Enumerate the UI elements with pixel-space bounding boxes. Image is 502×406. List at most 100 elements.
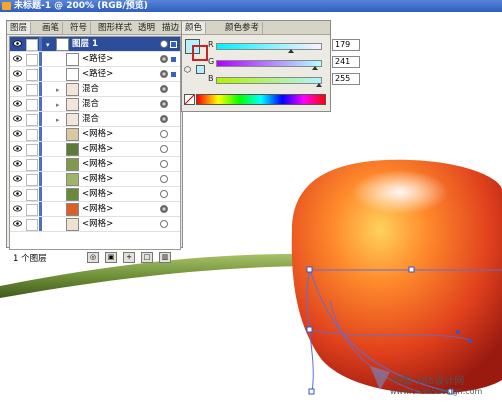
target-circle-icon[interactable] [160, 175, 168, 183]
lock-toggle[interactable] [26, 99, 38, 111]
blend-thumbnail [66, 113, 79, 126]
target-circle-icon[interactable] [160, 205, 168, 213]
lock-toggle[interactable] [26, 39, 38, 51]
path-thumbnail [66, 53, 79, 66]
selection-square-icon[interactable] [170, 41, 177, 48]
blue-caret-icon[interactable] [316, 83, 322, 87]
green-value[interactable]: 241 [332, 56, 360, 68]
target-circle-icon[interactable] [160, 40, 168, 48]
visibility-eye-icon[interactable] [13, 175, 22, 182]
expand-icon[interactable]: ▸ [56, 101, 60, 109]
layer-color-bar [39, 187, 42, 201]
visibility-eye-icon[interactable] [13, 40, 22, 47]
layer-row[interactable]: ▸ 混合 [10, 112, 180, 127]
expand-icon[interactable]: ▸ [56, 86, 60, 94]
selection-square-icon[interactable] [170, 56, 177, 63]
lock-toggle[interactable] [26, 189, 38, 201]
layer-color-bar [39, 97, 42, 111]
layer-row[interactable]: <网格> [10, 202, 180, 217]
target-circle-icon[interactable] [160, 70, 168, 78]
red-value[interactable]: 179 [332, 39, 360, 51]
small-swatch[interactable] [196, 65, 205, 74]
layer-row[interactable]: ▾ 图层 1 [10, 37, 180, 52]
layer-row[interactable]: <网格> [10, 217, 180, 232]
lock-toggle[interactable] [26, 174, 38, 186]
tab-color-guide[interactable]: 颜色参考 [222, 22, 264, 34]
target-circle-icon[interactable] [160, 145, 168, 153]
selection-square-icon[interactable] [170, 71, 177, 78]
lock-toggle[interactable] [26, 144, 38, 156]
target-circle-icon[interactable] [160, 100, 168, 108]
lock-toggle[interactable] [26, 204, 38, 216]
layer-name: 图层 1 [72, 39, 98, 49]
spectrum-bar[interactable] [196, 94, 326, 105]
layer-name: <网格> [82, 219, 114, 229]
target-circle-icon[interactable] [160, 160, 168, 168]
visibility-eye-icon[interactable] [13, 205, 22, 212]
layer-color-bar [39, 37, 42, 51]
target-circle-icon[interactable] [160, 55, 168, 63]
tab-graphic-styles[interactable]: 图形样式 [95, 22, 140, 34]
layer-row[interactable]: <网格> [10, 142, 180, 157]
red-caret-icon[interactable] [288, 49, 294, 53]
target-circle-icon[interactable] [160, 115, 168, 123]
visibility-eye-icon[interactable] [13, 190, 22, 197]
tab-brushes[interactable]: 画笔 [39, 22, 64, 34]
layers-panel-tabs: 图层 画笔 符号 图形样式 透明度 描边 [7, 21, 184, 35]
expand-icon[interactable]: ▸ [56, 116, 60, 124]
lock-toggle[interactable] [26, 114, 38, 126]
layer-row[interactable]: <路径> [10, 67, 180, 82]
lock-toggle[interactable] [26, 69, 38, 81]
layer-row[interactable]: <路径> [10, 52, 180, 67]
green-caret-icon[interactable] [312, 66, 318, 70]
window-title: 未标题-1 @ 200% (RGB/预览) [14, 1, 148, 11]
visibility-eye-icon[interactable] [13, 130, 22, 137]
app-icon [2, 2, 11, 10]
target-circle-icon[interactable] [160, 85, 168, 93]
layer-row[interactable]: <网格> [10, 127, 180, 142]
tab-layers[interactable]: 图层 [7, 22, 32, 34]
visibility-eye-icon[interactable] [13, 160, 22, 167]
layer-row[interactable]: ▸ 混合 [10, 82, 180, 97]
green-track[interactable] [216, 60, 322, 67]
visibility-eye-icon[interactable] [13, 100, 22, 107]
lock-toggle[interactable] [26, 54, 38, 66]
lock-toggle[interactable] [26, 84, 38, 96]
layer-row[interactable]: <网格> [10, 187, 180, 202]
target-circle-icon[interactable] [160, 130, 168, 138]
tab-symbols[interactable]: 符号 [67, 22, 92, 34]
visibility-eye-icon[interactable] [13, 220, 22, 227]
target-circle-icon[interactable] [160, 190, 168, 198]
visibility-eye-icon[interactable] [13, 70, 22, 77]
layer-thumbnail [56, 38, 69, 51]
layer-row[interactable]: ▸ 混合 [10, 97, 180, 112]
visibility-eye-icon[interactable] [13, 145, 22, 152]
layer-row[interactable]: <网格> [10, 157, 180, 172]
stroke-swatch[interactable] [192, 45, 208, 61]
new-sublayer-button[interactable]: + [123, 252, 135, 263]
lock-toggle[interactable] [26, 159, 38, 171]
layer-color-bar [39, 67, 42, 81]
none-color-icon[interactable] [184, 94, 195, 105]
red-track[interactable] [216, 43, 322, 50]
mesh-thumbnail [66, 203, 79, 216]
visibility-eye-icon[interactable] [13, 55, 22, 62]
color-panel: 颜色 颜色参考 ⬡ R 179 G 241 B 255 [181, 20, 360, 112]
locate-object-button[interactable]: ◎ [87, 252, 99, 263]
tab-color[interactable]: 颜色 [182, 22, 207, 34]
cherry-highlight [352, 170, 448, 214]
lock-toggle[interactable] [26, 219, 38, 231]
target-circle-icon[interactable] [160, 220, 168, 228]
blue-track[interactable] [216, 77, 322, 84]
new-layer-button[interactable]: □ [141, 252, 153, 263]
visibility-eye-icon[interactable] [13, 115, 22, 122]
blue-value[interactable]: 255 [332, 73, 360, 85]
blend-thumbnail [66, 98, 79, 111]
make-clipping-mask-button[interactable]: ▣ [105, 252, 117, 263]
visibility-eye-icon[interactable] [13, 85, 22, 92]
delete-layer-icon[interactable]: ▥ [159, 252, 171, 263]
cube-icon[interactable]: ⬡ [184, 65, 191, 74]
lock-toggle[interactable] [26, 129, 38, 141]
expand-icon[interactable]: ▾ [46, 41, 50, 49]
layer-row[interactable]: <网格> [10, 172, 180, 187]
